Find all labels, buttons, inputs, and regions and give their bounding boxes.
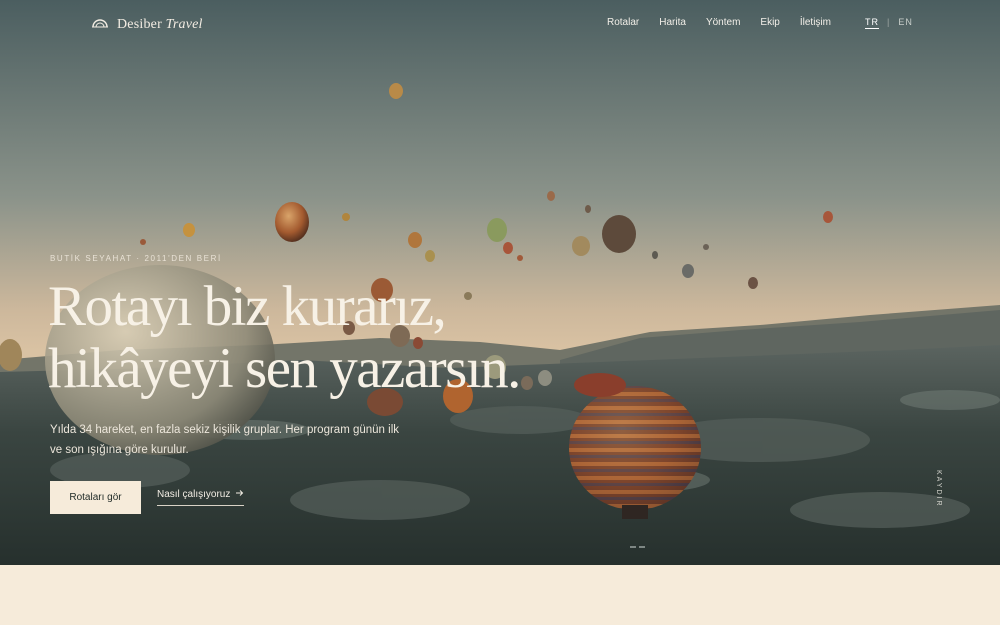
nav-item-ekip[interactable]: Ekip (760, 17, 779, 28)
hero-headline: Rotayı biz kurarız, hikâyeyi sen yazarsı… (48, 275, 521, 400)
brand-name-text: Desiber (117, 16, 162, 32)
main-nav: Rotalar Harita Yöntem Ekip İletişim (607, 17, 831, 28)
how-it-works-link[interactable]: Nasıl çalışıyoruz (157, 489, 245, 506)
nav-item-iletisim[interactable]: İletişim (800, 17, 831, 28)
hero-lead: Yılda 34 hareket, en fazla sekiz kişilik… (50, 424, 400, 456)
brand-logo[interactable]: Desiber Travel (91, 14, 203, 35)
hero-headline-line1: Rotayı biz kurarız, (48, 275, 447, 338)
hero-headline-line2: hikâyeyi sen yazarsın. (48, 337, 521, 400)
slide-dots (630, 546, 645, 548)
hero-eyebrow: BUTİK SEYAHAT · 2011'DEN BERİ (50, 254, 222, 263)
nav-item-harita[interactable]: Harita (659, 17, 686, 28)
lang-separator: | (887, 17, 891, 27)
arrow-right-icon (236, 489, 244, 500)
hero-section: Desiber Travel Rotalar Harita Yöntem Eki… (0, 0, 1000, 565)
lang-en[interactable]: EN (898, 17, 913, 29)
nav-item-yontem[interactable]: Yöntem (706, 17, 740, 28)
next-section (0, 565, 1000, 625)
arch-logo-icon (91, 14, 109, 35)
slide-dot[interactable] (639, 546, 645, 548)
how-it-works-label: Nasıl çalışıyoruz (157, 489, 231, 500)
see-routes-button[interactable]: Rotaları gör (50, 481, 141, 514)
slide-dot[interactable] (630, 546, 636, 548)
brand-suffix-text: Travel (165, 16, 203, 32)
lang-tr[interactable]: TR (865, 17, 879, 29)
scroll-indicator[interactable]: KAYDIR (935, 470, 942, 508)
language-switcher: TR | EN (865, 17, 913, 29)
brand-name: Desiber Travel (117, 17, 203, 33)
nav-item-rotalar[interactable]: Rotalar (607, 17, 639, 28)
